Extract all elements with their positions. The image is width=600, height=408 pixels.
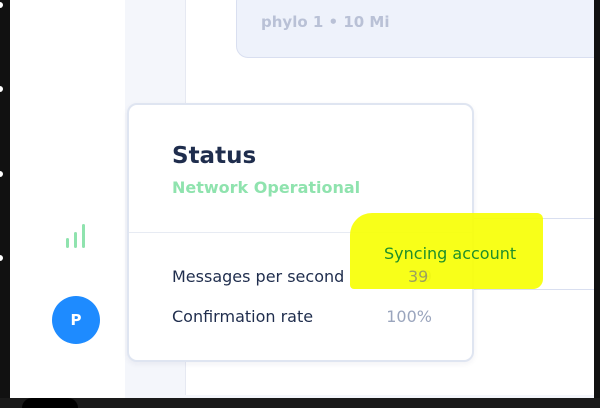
window-left-edge [0, 0, 10, 408]
edge-dot [0, 171, 3, 177]
signal-bars-icon[interactable] [64, 222, 88, 250]
window-right-edge [594, 0, 600, 408]
status-subtitle: Network Operational [172, 178, 361, 197]
edge-shape [22, 398, 78, 408]
stat-value-overlay: 39 [408, 267, 429, 286]
background-card[interactable]: phylo 1 • 10 Mi [236, 0, 600, 58]
window-bottom-edge [0, 398, 600, 408]
stat-value: 100% [386, 307, 432, 326]
card-meta: phylo 1 • 10 Mi [261, 13, 390, 31]
syncing-annotation: Syncing account [384, 244, 517, 263]
stat-label: Confirmation rate [172, 307, 314, 326]
sidebar: P [10, 0, 125, 408]
status-title: Status [172, 143, 257, 169]
avatar[interactable]: P [52, 296, 100, 344]
stat-label: Messages per second [172, 267, 345, 286]
stat-row-confirmation: Confirmation rate 100% [172, 307, 432, 329]
edge-dot [0, 86, 3, 92]
edge-dot [0, 255, 3, 261]
edge-dot [0, 2, 3, 8]
